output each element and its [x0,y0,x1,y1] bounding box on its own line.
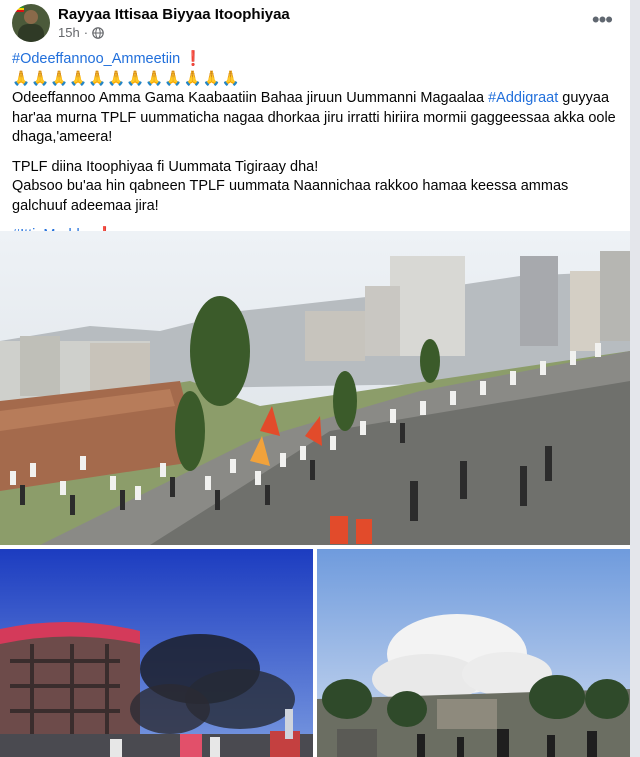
post-paragraph-3: Qabsoo bu'aa hin qabneen TPLF uummata Na… [12,178,569,214]
post-meta: 15h · [58,25,104,40]
globe-icon [92,26,104,39]
facebook-post-card: Rayyaa Ittisaa Biyyaa Itoophiyaa 15h · •… [0,0,630,757]
page-avatar[interactable] [12,4,50,42]
post-photo-fire[interactable] [0,549,313,757]
post-text: #Odeeffannoo_Ammeetiin ❗ 🙏🙏🙏🙏🙏🙏🙏🙏🙏🙏🙏🙏 Od… [12,50,618,246]
post-paragraph-1: Odeeffannoo Amma Gama Kaabaatiin Bahaa j… [12,90,616,145]
post-timestamp[interactable]: 15h [58,25,80,40]
hashtag-link[interactable]: #Addigraat [488,90,558,106]
hashtag-link[interactable]: #Odeeffannoo_Ammeetiin [12,51,180,67]
page-name-link[interactable]: Rayyaa Ittisaa Biyyaa Itoophiyaa [58,6,290,23]
exclamation-emoji: ❗ [184,51,203,67]
flag-badge [14,6,24,12]
post-photo-smoke[interactable] [317,549,630,757]
praying-hands-emoji: 🙏🙏🙏🙏🙏🙏🙏🙏🙏🙏🙏🙏 [12,70,241,87]
post-photo-protest[interactable] [0,231,630,545]
post-paragraph-2: TPLF diina Itoophiyaa fi Uummata Tigiraa… [12,158,319,175]
scrollbar-track[interactable] [630,0,640,757]
more-options-icon[interactable]: ••• [592,9,613,31]
post-header: Rayyaa Ittisaa Biyyaa Itoophiyaa 15h · •… [12,4,620,44]
